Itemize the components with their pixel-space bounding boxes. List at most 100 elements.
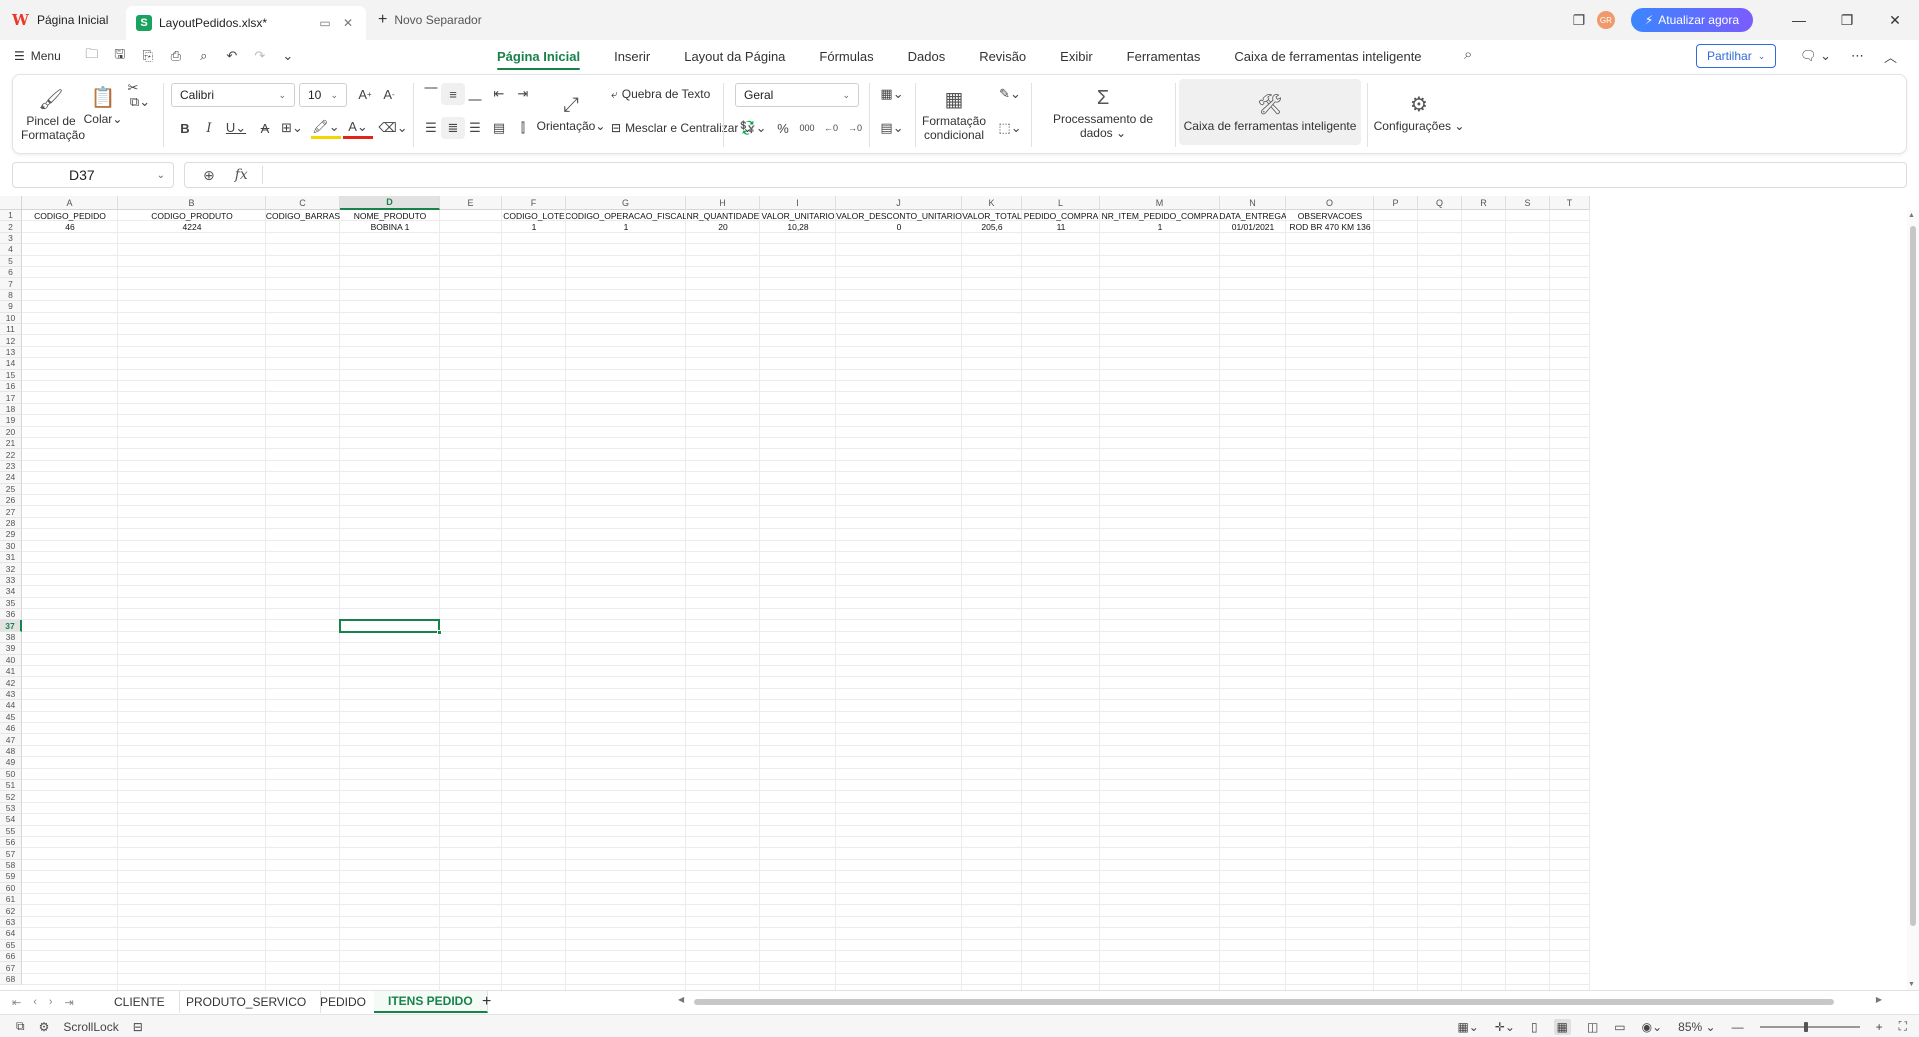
row-header-39[interactable]: 39 bbox=[0, 643, 22, 655]
increase-decimal-icon[interactable]: ←0 bbox=[819, 117, 843, 139]
borders-icon[interactable]: ⊞⌄ bbox=[277, 117, 307, 139]
fx-icon[interactable]: fx bbox=[235, 167, 248, 183]
row-header-64[interactable]: 64 bbox=[0, 928, 22, 940]
row-header-65[interactable]: 65 bbox=[0, 939, 22, 951]
row-header-5[interactable]: 5 bbox=[0, 255, 22, 267]
align-middle-icon[interactable]: ≡ bbox=[441, 83, 465, 105]
window-layout-icon[interactable]: ❐ bbox=[1561, 0, 1597, 40]
column-header-a[interactable]: A bbox=[22, 196, 118, 210]
cell-g1[interactable]: CODIGO_OPERACAO_FISCAL bbox=[566, 210, 686, 221]
fill-color-icon[interactable]: 🖍⌄ bbox=[311, 117, 341, 139]
cell-size-icon[interactable]: ⬚⌄ bbox=[993, 117, 1027, 139]
zoom-in-icon[interactable]: + bbox=[1876, 1020, 1883, 1034]
cell-b1[interactable]: CODIGO_PRODUTO bbox=[118, 210, 266, 221]
row-header-50[interactable]: 50 bbox=[0, 768, 22, 780]
smart-toolbox-button[interactable]: 🛠 Caixa de ferramentas inteligente bbox=[1179, 79, 1361, 145]
indent-decrease-icon[interactable]: ⇤ bbox=[487, 83, 511, 105]
row-header-20[interactable]: 20 bbox=[0, 426, 22, 438]
row-header-59[interactable]: 59 bbox=[0, 871, 22, 883]
cell-i2[interactable]: 10,28 bbox=[760, 221, 836, 232]
column-header-p[interactable]: P bbox=[1374, 196, 1418, 210]
row-header-51[interactable]: 51 bbox=[0, 780, 22, 792]
cell-b2[interactable]: 4224 bbox=[118, 221, 266, 232]
row-header-61[interactable]: 61 bbox=[0, 894, 22, 906]
row-header-37[interactable]: 37 bbox=[0, 620, 22, 632]
settings-button[interactable]: ⚙ Configurações ⌄ bbox=[1373, 79, 1465, 145]
row-header-3[interactable]: 3 bbox=[0, 232, 22, 245]
tab-caixa-ferramentas[interactable]: Caixa de ferramentas inteligente bbox=[1217, 40, 1438, 72]
sheet-tab-pedido[interactable]: PEDIDO bbox=[306, 991, 382, 1013]
row-header-24[interactable]: 24 bbox=[0, 472, 22, 484]
sheet-view-icon[interactable]: ⧉ bbox=[16, 1019, 25, 1034]
upgrade-button[interactable]: ⚡ Atualizar agora bbox=[1630, 8, 1753, 32]
row-header-41[interactable]: 41 bbox=[0, 666, 22, 678]
tab-home[interactable]: W Página Inicial bbox=[12, 6, 108, 34]
column-header-k[interactable]: K bbox=[962, 196, 1022, 210]
row-header-60[interactable]: 60 bbox=[0, 882, 22, 894]
zoom-formula-icon[interactable]: ⊕ bbox=[203, 167, 215, 184]
bold-icon[interactable]: B bbox=[173, 117, 197, 139]
sheet-tab-cliente[interactable]: CLIENTE bbox=[100, 991, 180, 1013]
column-header-r[interactable]: R bbox=[1462, 196, 1506, 210]
cell-n2[interactable]: 01/01/2021 bbox=[1220, 221, 1286, 232]
row-header-9[interactable]: 9 bbox=[0, 301, 22, 313]
currency-icon[interactable]: 💱⌄ bbox=[737, 117, 769, 139]
chevron-down-icon[interactable]: ⌄ bbox=[277, 48, 299, 64]
cell-o2[interactable]: ROD BR 470 KM 136 bbox=[1286, 221, 1374, 232]
cell-k2[interactable]: 205,6 bbox=[962, 221, 1022, 232]
font-color-icon[interactable]: A⌄ bbox=[343, 117, 373, 139]
row-header-27[interactable]: 27 bbox=[0, 506, 22, 518]
fill-format-icon[interactable]: ✎⌄ bbox=[993, 83, 1027, 105]
row-header-4[interactable]: 4 bbox=[0, 244, 22, 256]
fill-handle[interactable] bbox=[437, 629, 442, 635]
cell-k1[interactable]: VALOR_TOTAL bbox=[962, 210, 1022, 221]
row-header-29[interactable]: 29 bbox=[0, 529, 22, 541]
tab-formulas[interactable]: Fórmulas bbox=[802, 40, 890, 72]
cell-m1[interactable]: NR_ITEM_PEDIDO_COMPRA bbox=[1100, 210, 1220, 221]
tab-pagina-inicial[interactable]: Página Inicial bbox=[480, 40, 597, 72]
strikethrough-icon[interactable]: A bbox=[253, 117, 277, 139]
open-folder-icon[interactable]: 🗀 bbox=[81, 45, 103, 67]
row-header-56[interactable]: 56 bbox=[0, 837, 22, 849]
sheet-tab-produto-servico[interactable]: PRODUTO_SERVICO bbox=[172, 991, 322, 1013]
align-right-icon[interactable]: ☰ bbox=[463, 117, 487, 139]
add-sheet-button[interactable]: + bbox=[482, 991, 491, 1013]
minimize-button[interactable]: — bbox=[1775, 0, 1823, 40]
column-header-e[interactable]: E bbox=[440, 196, 502, 210]
column-header-h[interactable]: H bbox=[686, 196, 760, 210]
cell-c1[interactable]: CODIGO_BARRAS bbox=[266, 210, 340, 221]
active-cell-indicator[interactable] bbox=[339, 619, 440, 633]
grid-view-icon[interactable]: ▦⌄ bbox=[1457, 1020, 1478, 1034]
avatar[interactable]: GR bbox=[1596, 11, 1615, 29]
format-painter-button[interactable]: 🖌 Pincel de Formatação bbox=[21, 81, 85, 147]
tab-exibir[interactable]: Exibir bbox=[1043, 40, 1110, 72]
tab-file[interactable]: S LayoutPedidos.xlsx* ▭ ✕ bbox=[126, 6, 366, 40]
tab-inserir[interactable]: Inserir bbox=[597, 40, 667, 72]
sheet-tab-itens-pedido[interactable]: ITENS PEDIDO bbox=[374, 991, 488, 1013]
row-header-13[interactable]: 13 bbox=[0, 346, 22, 359]
column-header-m[interactable]: M bbox=[1100, 196, 1220, 210]
font-name-combo[interactable]: Calibri ⌄ bbox=[171, 83, 295, 107]
export-icon[interactable]: ⎘ bbox=[137, 48, 159, 64]
cell-a2[interactable]: 46 bbox=[22, 221, 118, 232]
align-top-icon[interactable]: ⎺ bbox=[419, 83, 443, 105]
conditional-format-button[interactable]: ▦ Formatação condicional bbox=[919, 79, 989, 149]
restore-button[interactable]: ❐ bbox=[1823, 0, 1871, 40]
row-header-8[interactable]: 8 bbox=[0, 289, 22, 302]
page-break-view-icon[interactable]: ▭ bbox=[1614, 1020, 1625, 1034]
normal-view-icon[interactable]: ▦ bbox=[1553, 1018, 1571, 1035]
row-header-6[interactable]: 6 bbox=[0, 267, 22, 279]
eraser-icon[interactable]: ⌫⌄ bbox=[377, 117, 409, 139]
comment-icon[interactable]: 🗨 ⌄ bbox=[1800, 48, 1831, 64]
cell-l1[interactable]: PEDIDO_COMPRA bbox=[1022, 210, 1100, 221]
row-header-68[interactable]: 68 bbox=[0, 973, 22, 986]
italic-icon[interactable]: I bbox=[197, 117, 221, 139]
eye-protection-icon[interactable]: ◉⌄ bbox=[1642, 1020, 1663, 1034]
row-header-46[interactable]: 46 bbox=[0, 723, 22, 735]
column-header-j[interactable]: J bbox=[836, 196, 962, 210]
row-header-19[interactable]: 19 bbox=[0, 415, 22, 427]
row-header-45[interactable]: 45 bbox=[0, 711, 22, 723]
tab-layout-pagina[interactable]: Layout da Página bbox=[667, 40, 802, 72]
new-tab-button[interactable]: + Novo Separador bbox=[378, 6, 482, 34]
cell-i1[interactable]: VALOR_UNITARIO bbox=[760, 210, 836, 221]
